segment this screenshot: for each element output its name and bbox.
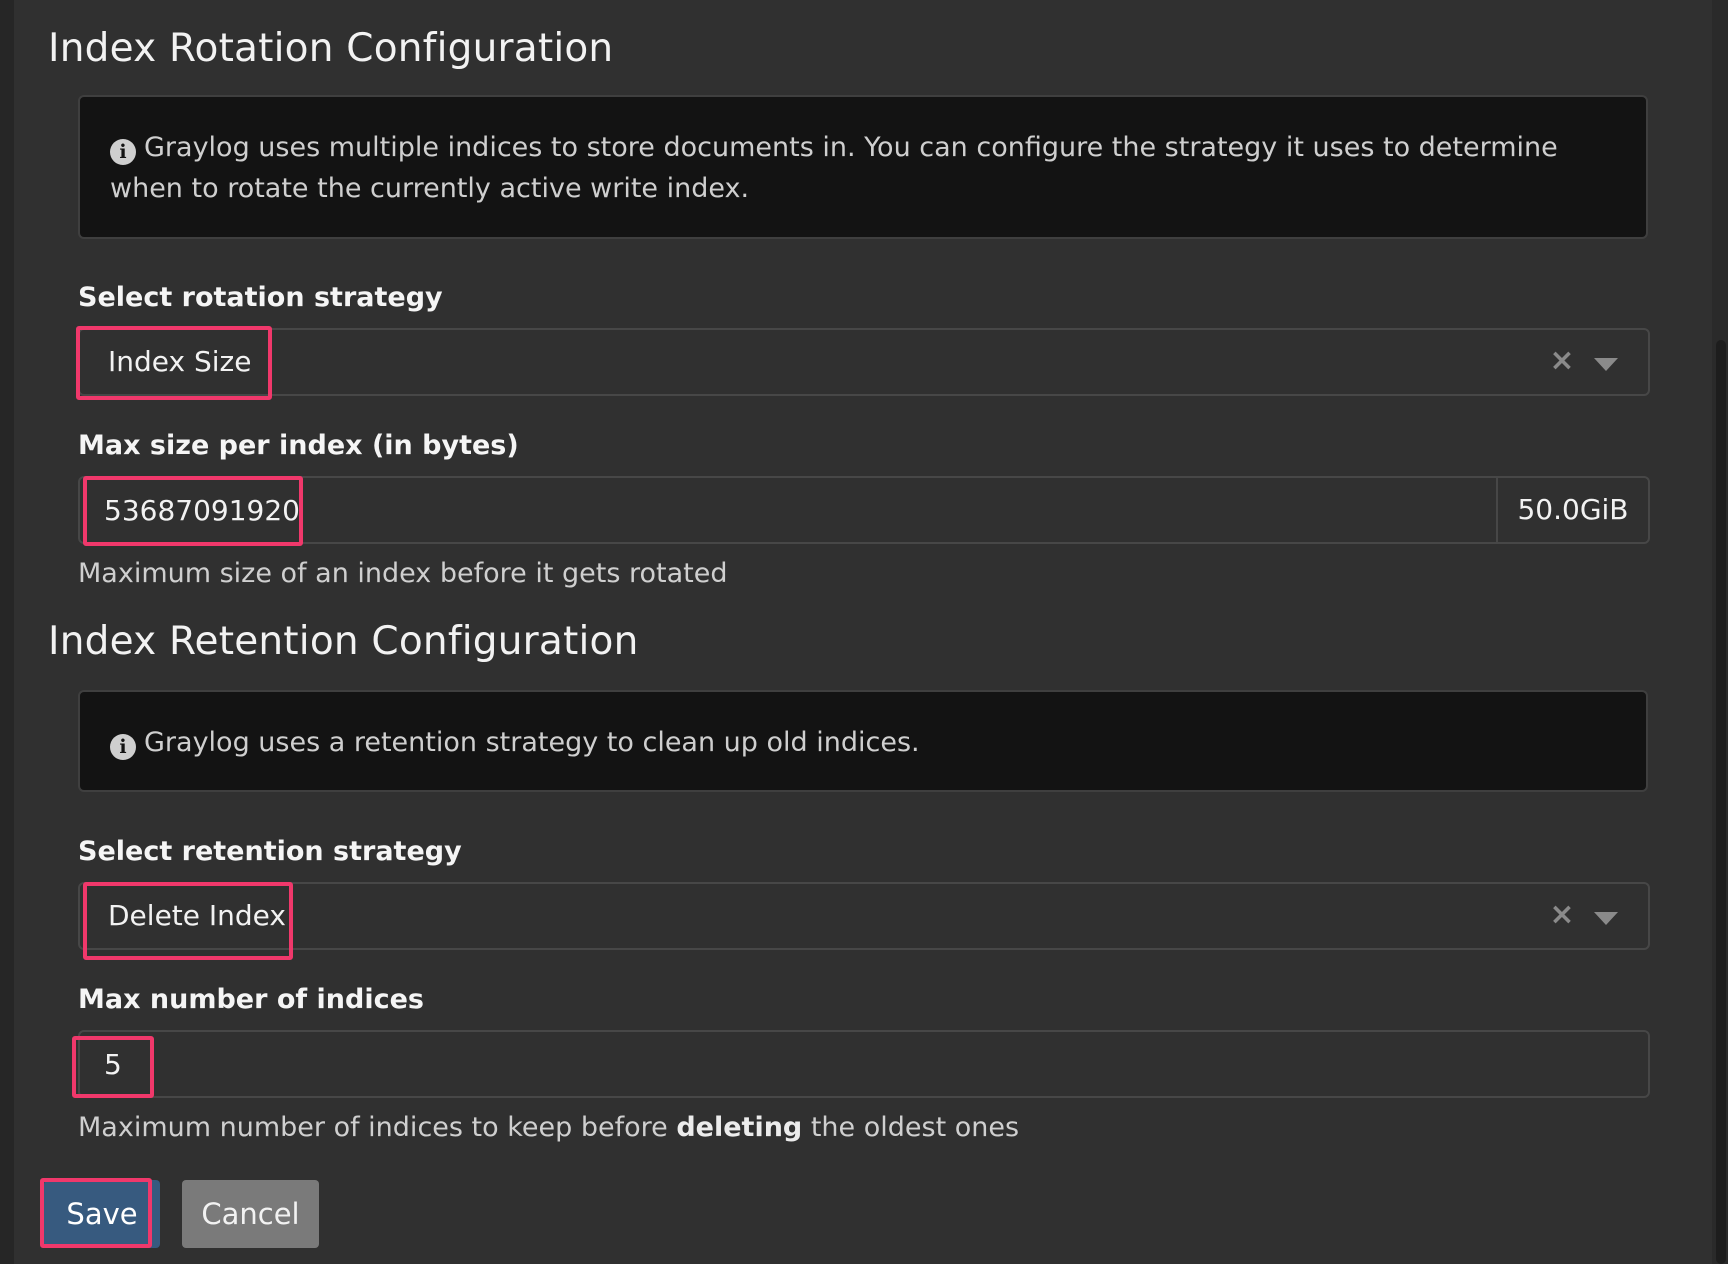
max-size-unit-addon: 50.0GiB xyxy=(1496,478,1648,542)
retention-strategy-label: Select retention strategy xyxy=(78,836,462,867)
info-circle-icon: i xyxy=(110,139,136,165)
retention-info-text: Graylog uses a retention strategy to cle… xyxy=(144,727,920,758)
cancel-button[interactable]: Cancel xyxy=(182,1180,319,1248)
retention-info-box: i Graylog uses a retention strategy to cl… xyxy=(78,690,1648,792)
rotation-strategy-value: Index Size xyxy=(108,345,252,378)
retention-strategy-select[interactable]: Delete Index × xyxy=(78,882,1650,950)
rotation-strategy-label: Select rotation strategy xyxy=(78,282,443,313)
clear-x-icon[interactable]: × xyxy=(1548,900,1576,930)
retention-strategy-value: Delete Index xyxy=(108,899,286,932)
max-indices-help-bold: deleting xyxy=(676,1112,803,1143)
max-size-help-text: Maximum size of an index before it gets … xyxy=(78,558,728,589)
max-size-input[interactable] xyxy=(80,478,1498,542)
info-circle-icon: i xyxy=(110,734,136,760)
caret-down-icon[interactable] xyxy=(1594,358,1618,371)
max-indices-input-group xyxy=(78,1030,1650,1098)
max-indices-label: Max number of indices xyxy=(78,984,424,1015)
retention-section-title: Index Retention Configuration xyxy=(48,619,639,664)
rotation-info-text: Graylog uses multiple indices to store d… xyxy=(110,132,1558,204)
clear-x-icon[interactable]: × xyxy=(1548,346,1576,376)
save-button[interactable]: Save xyxy=(44,1180,160,1248)
max-indices-input[interactable] xyxy=(80,1032,1648,1096)
rotation-strategy-select[interactable]: Index Size × xyxy=(78,328,1650,396)
max-indices-help-prefix: Maximum number of indices to keep before xyxy=(78,1112,677,1143)
max-size-label: Max size per index (in bytes) xyxy=(78,430,519,461)
caret-down-icon[interactable] xyxy=(1594,912,1618,925)
rotation-info-box: i Graylog uses multiple indices to store … xyxy=(78,95,1648,239)
max-size-input-group: 50.0GiB xyxy=(78,476,1650,544)
left-panel-edge xyxy=(0,0,14,1264)
rotation-section-title: Index Rotation Configuration xyxy=(48,26,614,71)
max-indices-help-suffix: the oldest ones xyxy=(802,1112,1020,1143)
max-indices-help-text: Maximum number of indices to keep before… xyxy=(78,1112,1019,1143)
scrollbar-thumb[interactable] xyxy=(1716,340,1726,1264)
